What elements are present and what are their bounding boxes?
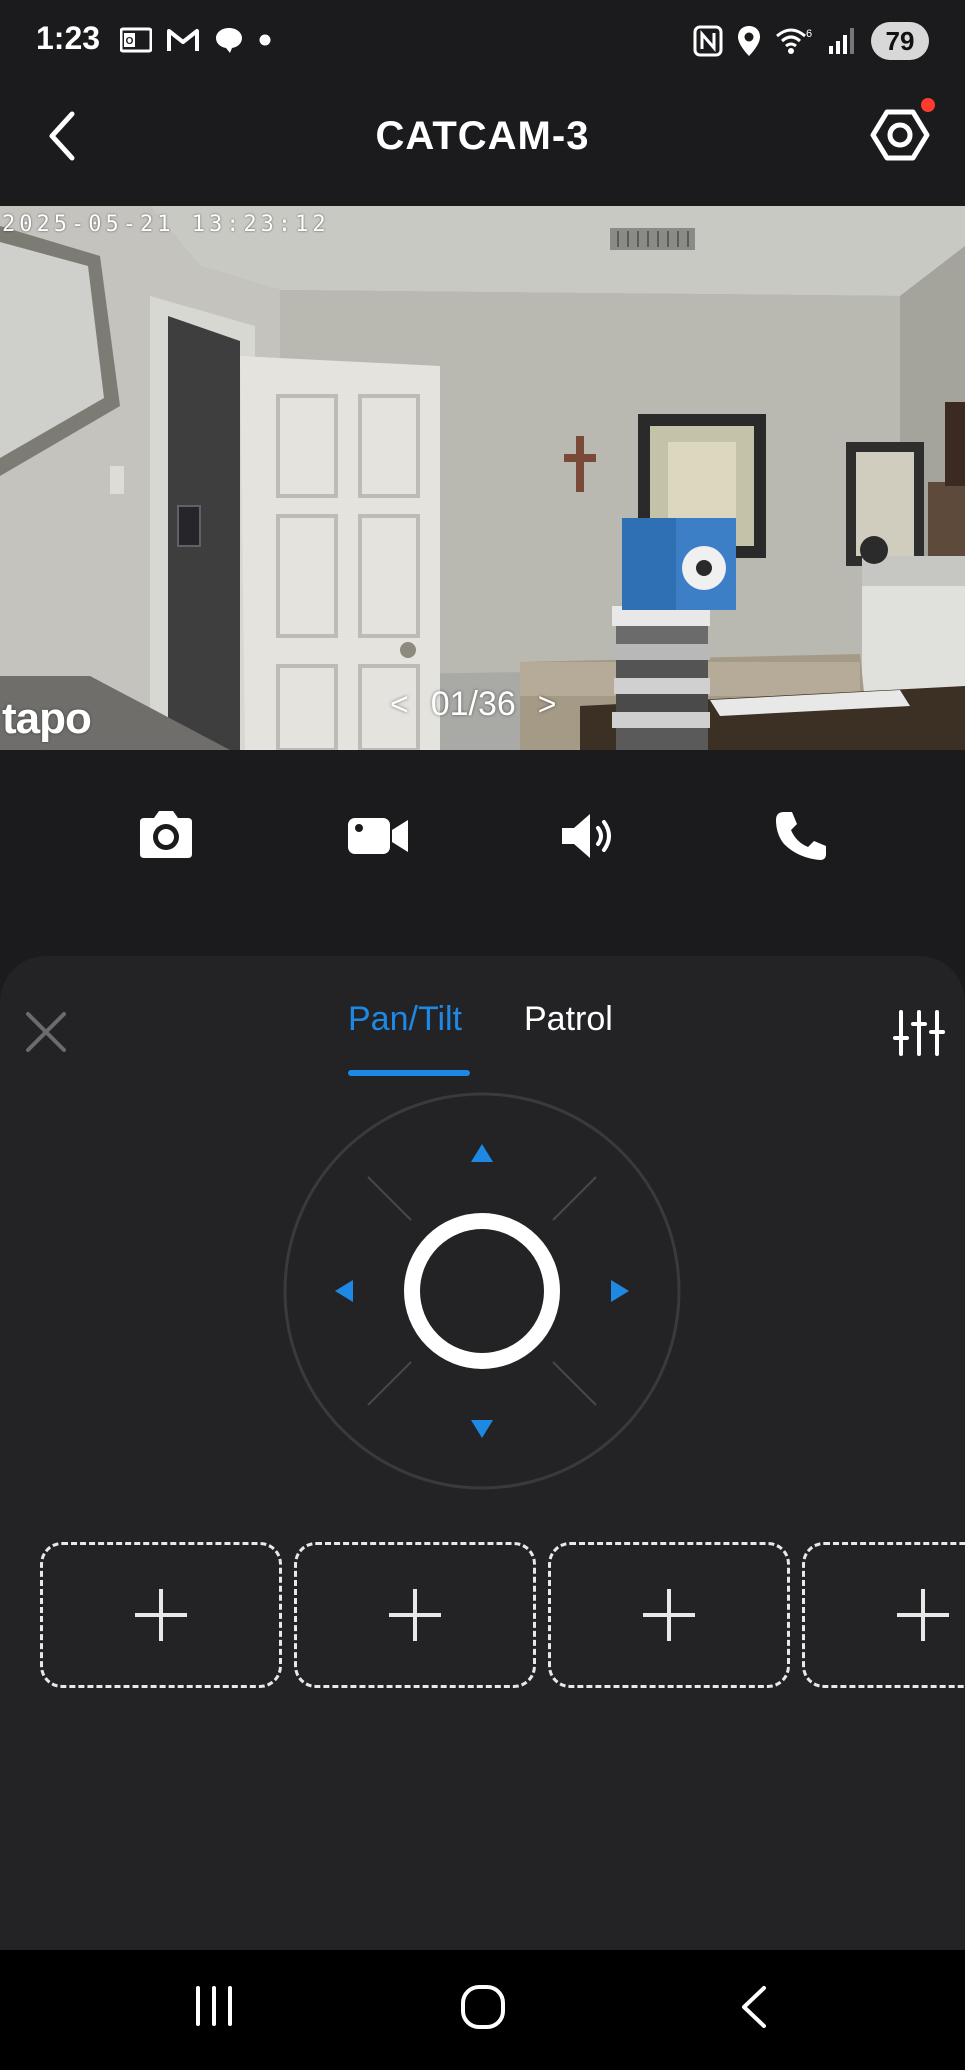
chat-icon (216, 28, 242, 53)
video-timestamp: 2025-05-21 13:23:12 (2, 212, 330, 237)
prev-page-button[interactable]: < (390, 686, 409, 723)
location-icon (738, 26, 760, 56)
speaker-icon[interactable] (558, 808, 618, 864)
system-navigation-bar (0, 1950, 965, 2070)
home-icon[interactable] (460, 1984, 506, 2030)
dot-icon (259, 34, 271, 46)
add-preset-button[interactable] (294, 1542, 536, 1688)
next-page-button[interactable]: > (538, 686, 557, 723)
active-tab-indicator (348, 1070, 470, 1076)
svg-text:6: 6 (806, 28, 812, 40)
camera-live-view[interactable]: 2025-05-21 13:23:12 tapo < 01/36 > (0, 206, 965, 750)
page-indicator: 01/36 (430, 685, 516, 723)
add-preset-button[interactable] (548, 1542, 790, 1688)
tab-patrol[interactable]: Patrol (524, 1000, 613, 1039)
tab-pan-tilt[interactable]: Pan/Tilt (348, 1000, 462, 1039)
preset-slots (0, 1542, 965, 1692)
pan-right-arrow-icon[interactable] (611, 1280, 629, 1302)
page-title: CATCAM-3 (375, 114, 590, 158)
camera-icon[interactable] (136, 808, 196, 864)
wifi-6-icon: 6 (776, 28, 812, 54)
add-preset-button[interactable] (40, 1542, 282, 1688)
recents-icon[interactable] (192, 1984, 236, 2028)
outlook-icon: O (120, 27, 152, 53)
add-preset-button[interactable] (802, 1542, 965, 1688)
phone-icon[interactable] (772, 808, 832, 864)
tilt-up-arrow-icon[interactable] (471, 1144, 493, 1162)
svg-text:O: O (126, 36, 134, 47)
preset-pager: < 01/36 > (390, 685, 556, 724)
video-camera-icon[interactable] (346, 808, 410, 864)
notification-icons: O (120, 26, 272, 54)
close-icon[interactable] (22, 1008, 70, 1056)
tilt-down-arrow-icon[interactable] (471, 1420, 493, 1438)
back-icon[interactable] (736, 1984, 772, 2030)
status-bar: 1:23 O 6 79 (0, 0, 965, 84)
system-status-icons: 6 79 (693, 22, 929, 60)
battery-indicator: 79 (871, 22, 929, 60)
notification-dot (921, 98, 935, 112)
sliders-icon[interactable] (893, 1008, 945, 1058)
app-header: CATCAM-3 (0, 84, 965, 206)
signal-icon (829, 28, 854, 54)
nfc-icon (693, 25, 723, 57)
gmail-icon (167, 29, 199, 51)
media-controls (0, 750, 965, 920)
ptz-panel: Pan/Tilt Patrol (0, 956, 965, 1950)
pan-tilt-joystick[interactable] (283, 1092, 681, 1490)
camera-scene-image (0, 206, 965, 750)
tapo-logo: tapo (2, 694, 92, 743)
status-time: 1:23 (36, 20, 101, 56)
pan-left-arrow-icon[interactable] (335, 1280, 353, 1302)
